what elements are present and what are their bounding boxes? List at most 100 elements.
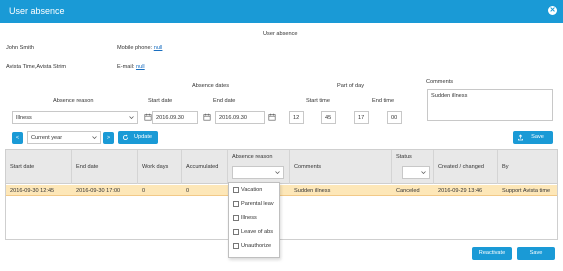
absence-reason-value: Illness: [16, 115, 32, 121]
section-title: User absence: [263, 31, 298, 37]
filter-option-label: Vacation: [241, 187, 263, 193]
email-link[interactable]: null: [136, 64, 145, 70]
window-title: User absence: [9, 6, 65, 16]
checkbox[interactable]: [233, 201, 239, 207]
next-period-button[interactable]: >: [103, 132, 114, 144]
filter-option-parental-leave[interactable]: Parental leav: [233, 201, 274, 211]
end-minute-value: 00: [391, 115, 398, 121]
end-hour-value: 17: [358, 115, 365, 121]
col-by[interactable]: By: [498, 150, 557, 184]
absence-reason-select[interactable]: Illness: [12, 111, 138, 124]
period-value: Current year: [31, 135, 63, 141]
cell-status: Canceled: [396, 188, 420, 194]
cell-by: Support Avista time: [502, 188, 551, 194]
absence-dates-label: Absence dates: [192, 83, 230, 89]
end-minute-select[interactable]: 00: [387, 111, 402, 124]
title-bar: User absence ✕: [0, 0, 563, 23]
col-created-label: Created / changed: [438, 164, 485, 170]
part-of-day-label: Part of day: [337, 83, 365, 89]
col-work-days[interactable]: Work days: [138, 150, 182, 184]
user-org: Avista Time,Avista Strim: [6, 64, 67, 70]
comments-value: Sudden illness: [431, 93, 468, 99]
col-comments[interactable]: Comments: [290, 150, 392, 184]
cell-end-date: 2016-09-30 17:00: [76, 188, 121, 194]
save-top-button[interactable]: Save: [513, 131, 553, 144]
calendar-icon[interactable]: [203, 113, 211, 121]
checkbox[interactable]: [233, 187, 239, 193]
col-work-days-label: Work days: [142, 164, 169, 170]
start-hour-select[interactable]: 12: [289, 111, 304, 124]
col-start-date-label: Start date: [10, 164, 35, 170]
filter-option-unauthorized[interactable]: Unauthorize: [233, 243, 271, 253]
col-status-label: Status: [396, 154, 412, 160]
comments-label: Comments: [426, 79, 454, 85]
start-minute-value: 45: [325, 115, 332, 121]
col-created[interactable]: Created / changed: [434, 150, 498, 184]
cell-start-date: 2016-09-30 12:45: [10, 188, 55, 194]
end-hour-select[interactable]: 17: [354, 111, 369, 124]
col-start-date[interactable]: Start date: [6, 150, 72, 184]
start-hour-value: 12: [293, 115, 300, 121]
absence-reason-filter[interactable]: [232, 166, 284, 179]
mobile-phone-link[interactable]: null: [154, 45, 163, 51]
save-top-label: Save: [531, 134, 544, 140]
start-time-label: Start time: [306, 98, 330, 104]
col-by-label: By: [502, 164, 509, 170]
filter-option-label: Unauthorize: [241, 243, 272, 249]
filter-option-label: Leave of abs: [241, 229, 274, 235]
calendar-icon[interactable]: [144, 113, 152, 121]
calendar-icon[interactable]: [268, 113, 276, 121]
filter-option-leave-of-absence[interactable]: Leave of abs: [233, 229, 273, 239]
cell-comments: Sudden illness: [294, 188, 331, 194]
start-date-value: 2016.09.30: [156, 115, 184, 121]
close-icon[interactable]: ✕: [548, 6, 557, 15]
end-date-label: End date: [213, 98, 236, 104]
filter-option-vacation[interactable]: Vacation: [233, 187, 262, 197]
reactivate-label: Reactivate: [478, 250, 506, 256]
filter-option-illness[interactable]: Illness: [233, 215, 257, 225]
end-date-input[interactable]: 2016.09.30: [215, 111, 265, 124]
upload-icon: [518, 134, 523, 141]
end-date-value: 2016.09.30: [219, 115, 247, 121]
period-select[interactable]: Current year: [27, 131, 101, 144]
start-date-input[interactable]: 2016.09.30: [152, 111, 198, 124]
chevron-down-icon: [129, 116, 134, 119]
col-accumulated[interactable]: Accumulated: [182, 150, 228, 184]
chevron-down-icon: [275, 171, 280, 174]
email-label: E-mail:: [117, 64, 135, 70]
cell-work-days: 0: [142, 188, 146, 194]
update-label: Update: [133, 134, 153, 140]
col-comments-label: Comments: [294, 164, 322, 170]
prev-period-label: <: [15, 135, 20, 141]
checkbox[interactable]: [233, 243, 239, 249]
checkbox[interactable]: [233, 215, 239, 221]
reactivate-button[interactable]: Reactivate: [472, 247, 512, 260]
filter-option-label: Parental leav: [241, 201, 274, 207]
prev-period-button[interactable]: <: [12, 132, 23, 144]
save-button[interactable]: Save: [517, 247, 555, 260]
start-minute-select[interactable]: 45: [321, 111, 336, 124]
col-accumulated-label: Accumulated: [186, 164, 219, 170]
table-row[interactable]: 2016-09-30 12:45 2016-09-30 17:00 0 0 Su…: [6, 185, 557, 196]
status-filter[interactable]: [402, 166, 430, 179]
col-end-date[interactable]: End date: [72, 150, 138, 184]
refresh-icon: [122, 134, 129, 141]
mobile-phone-label: Mobile phone:: [117, 45, 153, 51]
absence-reason-label: Absence reason: [53, 98, 94, 104]
absence-reason-filter-dropdown: Vacation Parental leav Illness Leave of …: [228, 182, 280, 258]
cell-created: 2016-09-29 13:46: [438, 188, 483, 194]
save-label: Save: [529, 250, 543, 256]
start-date-label: Start date: [148, 98, 173, 104]
email-row: E-mail: null: [117, 64, 145, 70]
comments-textarea[interactable]: Sudden illness: [427, 89, 553, 121]
cell-accumulated: 0: [186, 188, 190, 194]
checkbox[interactable]: [233, 229, 239, 235]
chevron-down-icon: [92, 136, 97, 139]
absence-grid: Start date End date Work days Accumulate…: [5, 149, 558, 240]
filter-option-label: Illness: [241, 215, 257, 221]
mobile-phone-row: Mobile phone: null: [117, 45, 162, 51]
chevron-down-icon: [421, 171, 426, 174]
update-button[interactable]: Update: [118, 131, 158, 144]
col-absence-reason-label: Absence reason: [232, 154, 273, 160]
user-name: John Smith: [6, 45, 34, 51]
